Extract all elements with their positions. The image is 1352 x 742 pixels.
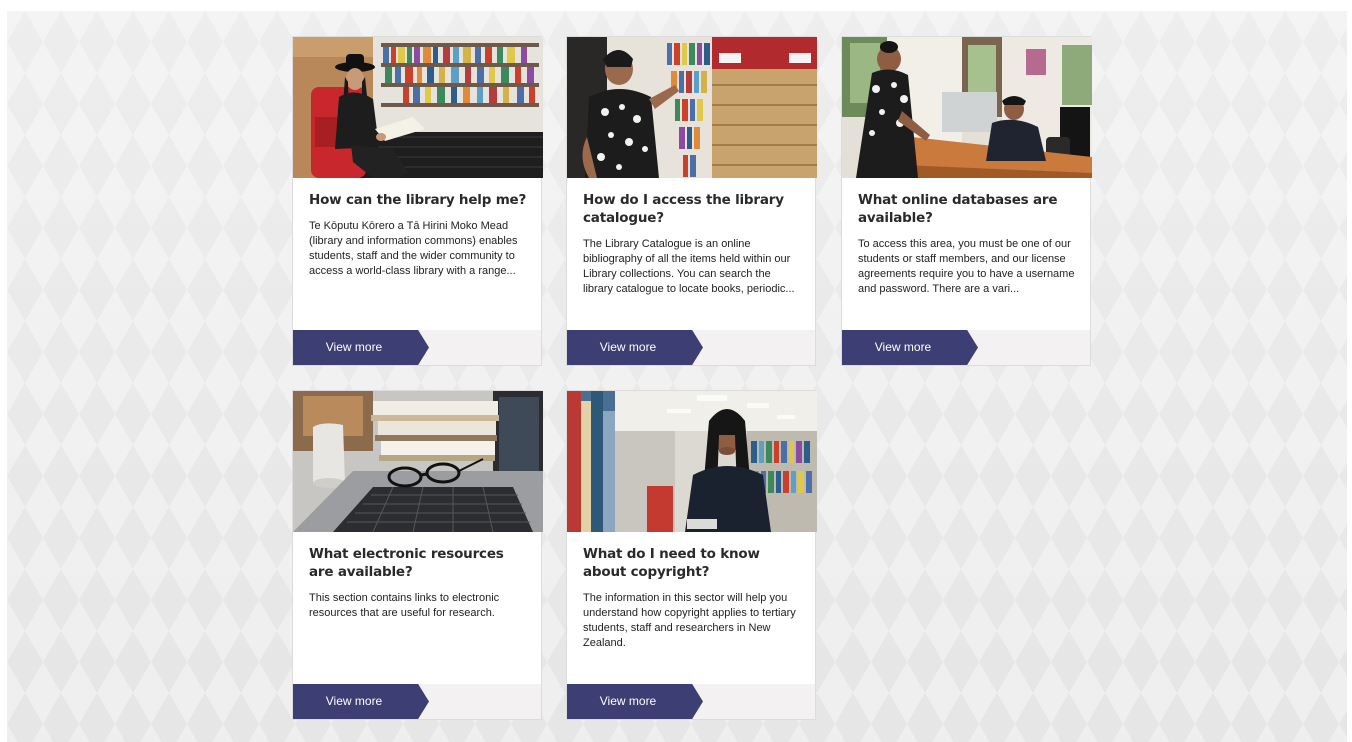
- view-more-button[interactable]: View more: [567, 684, 703, 719]
- card-title[interactable]: How do I access the library catalogue?: [583, 191, 803, 227]
- card-description: Te Kōputu Kōrero a Tā Hirini Moko Mead (…: [309, 220, 518, 277]
- card-title[interactable]: What do I need to know about copyright?: [583, 545, 803, 581]
- card-body: What electronic resources are available?…: [309, 545, 529, 621]
- view-more-button[interactable]: View more: [293, 330, 429, 365]
- view-more-button[interactable]: View more: [567, 330, 703, 365]
- card-body: How do I access the library catalogue? T…: [583, 191, 803, 297]
- woman-reading-in-library-photo[interactable]: [293, 37, 543, 178]
- view-more-button[interactable]: View more: [293, 684, 429, 719]
- card-library-help: How can the library help me? Te Kōputu K…: [292, 36, 543, 366]
- card-description: The Library Catalogue is an online bibli…: [583, 238, 795, 295]
- card-library-catalogue: How do I access the library catalogue? T…: [566, 36, 817, 366]
- card-footer: View more: [842, 330, 1090, 365]
- page-background: How can the library help me? Te Kōputu K…: [7, 11, 1347, 742]
- card-online-databases: What online databases are available? To …: [841, 36, 1092, 366]
- card-electronic-resources: What electronic resources are available?…: [292, 390, 543, 720]
- card-footer: View more: [293, 684, 541, 719]
- card-body: How can the library help me? Te Kōputu K…: [309, 191, 529, 279]
- card-body: What do I need to know about copyright? …: [583, 545, 803, 651]
- woman-in-library-aisle-photo[interactable]: [567, 391, 817, 532]
- card-title[interactable]: How can the library help me?: [309, 191, 529, 209]
- card-description: This section contains links to electroni…: [309, 592, 500, 619]
- view-more-button[interactable]: View more: [842, 330, 978, 365]
- card-footer: View more: [293, 330, 541, 365]
- card-copyright: What do I need to know about copyright? …: [566, 390, 817, 720]
- laptop-books-glasses-photo[interactable]: [293, 391, 543, 532]
- card-title[interactable]: What electronic resources are available?: [309, 545, 529, 581]
- library-desk-photo[interactable]: [842, 37, 1092, 178]
- card-footer: View more: [567, 330, 815, 365]
- card-title[interactable]: What online databases are available?: [858, 191, 1078, 227]
- woman-at-bookshelf-photo[interactable]: [567, 37, 817, 178]
- card-description: The information in this sector will help…: [583, 592, 796, 649]
- card-body: What online databases are available? To …: [858, 191, 1078, 297]
- card-description: To access this area, you must be one of …: [858, 238, 1075, 295]
- card-footer: View more: [567, 684, 815, 719]
